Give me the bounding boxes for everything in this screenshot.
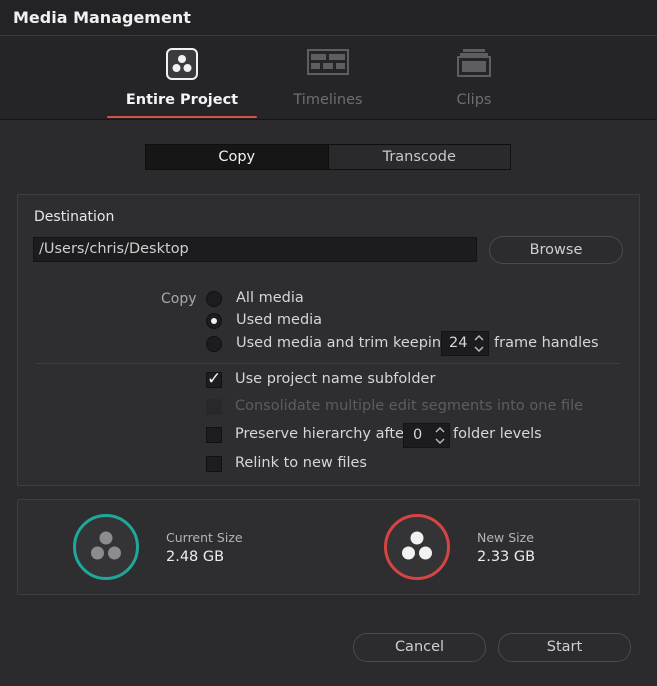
radio-used-media-trim[interactable] <box>206 336 222 352</box>
preserve-hierarchy-checkbox[interactable] <box>206 427 222 443</box>
new-size-ring-icon <box>383 513 451 585</box>
preserve-hierarchy-label: Preserve hierarchy after <box>235 426 410 442</box>
start-button[interactable]: Start <box>498 633 631 662</box>
browse-button[interactable]: Browse <box>489 236 623 264</box>
current-size-value: 2.48 GB <box>166 549 225 565</box>
folder-levels-stepper[interactable]: 0 <box>403 423 450 448</box>
title-bar: Media Management <box>0 0 657 36</box>
frame-handles-stepper[interactable]: 24 <box>441 331 489 356</box>
option-used-media-trim-label: Used media and trim keeping <box>236 335 451 351</box>
timeline-icon <box>307 48 349 82</box>
option-all-media-label: All media <box>236 290 304 306</box>
cancel-button[interactable]: Cancel <box>353 633 486 662</box>
options-divider <box>36 363 620 364</box>
tab-entire-project-label: Entire Project <box>125 92 239 108</box>
folder-levels-value: 0 <box>413 427 423 443</box>
copy-label: Copy <box>161 291 197 307</box>
tab-timelines-label: Timelines <box>293 92 363 108</box>
tab-clips[interactable]: Clips <box>399 36 549 120</box>
tab-bar: Entire Project Timelines Clips <box>0 36 657 120</box>
destination-label: Destination <box>34 209 115 225</box>
stepper-arrows-icon[interactable] <box>435 425 445 445</box>
active-tab-indicator <box>107 116 257 118</box>
tab-clips-label: Clips <box>456 92 492 108</box>
frame-handles-suffix: frame handles <box>494 335 599 351</box>
checkmark-icon: ✓ <box>207 369 222 389</box>
radio-used-media[interactable] <box>206 313 222 329</box>
current-size-label: Current Size <box>166 530 243 545</box>
window-title: Media Management <box>13 8 191 27</box>
copy-mode-button[interactable]: Copy <box>146 145 329 169</box>
frame-handles-value: 24 <box>449 335 468 351</box>
use-project-subfolder-checkbox[interactable]: ✓ <box>206 369 222 389</box>
new-size-label: New Size <box>477 530 534 545</box>
new-size-value: 2.33 GB <box>477 549 536 565</box>
consolidate-label: Consolidate multiple edit segments into … <box>235 398 584 414</box>
tab-entire-project[interactable]: Entire Project <box>107 36 257 120</box>
relink-label: Relink to new files <box>235 455 367 471</box>
transcode-mode-button[interactable]: Transcode <box>328 145 510 169</box>
radio-all-media[interactable] <box>206 291 222 307</box>
folder-levels-suffix: folder levels <box>453 426 542 442</box>
tab-timelines[interactable]: Timelines <box>253 36 403 120</box>
current-size-ring-icon <box>72 513 140 585</box>
clips-icon <box>457 48 491 82</box>
stepper-arrows-icon[interactable] <box>474 333 484 353</box>
resolve-logo-icon <box>166 48 198 84</box>
destination-path-field[interactable]: /Users/chris/Desktop <box>33 237 477 262</box>
mode-segmented-control: Copy Transcode <box>145 144 511 170</box>
consolidate-checkbox[interactable] <box>206 399 222 415</box>
use-project-subfolder-label: Use project name subfolder <box>235 371 436 387</box>
option-used-media-label: Used media <box>236 312 323 328</box>
relink-checkbox[interactable] <box>206 456 222 472</box>
